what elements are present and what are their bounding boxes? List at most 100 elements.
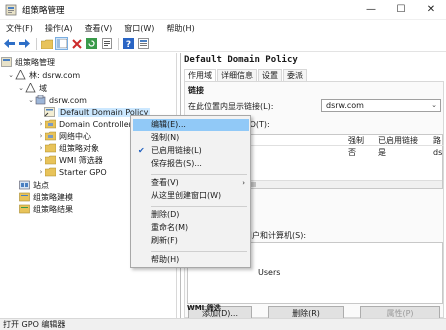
tree-sites-label: 站点: [33, 180, 49, 190]
ctx-save-report[interactable]: 保存报告(S)...: [133, 158, 249, 170]
col-path[interactable]: 路: [433, 135, 441, 146]
tree-starter-gpo[interactable]: › Starter GPO: [37, 166, 107, 178]
collapse-icon[interactable]: ⌄: [17, 84, 25, 92]
tree-domain[interactable]: ⌄ dsrw.com: [27, 94, 87, 106]
menu-action[interactable]: 操作(A): [39, 23, 79, 34]
tree-domains[interactable]: ⌄ 域: [17, 82, 47, 94]
col-enforced[interactable]: 强制: [348, 135, 364, 146]
ctx-help[interactable]: 帮助(H): [133, 254, 249, 266]
tree-modeling[interactable]: 组策略建模: [19, 191, 73, 203]
forward-arrow-icon[interactable]: [18, 37, 31, 50]
ctx-link-enabled[interactable]: ✔ 已启用链接(L): [133, 145, 249, 157]
tree-gpo-objects[interactable]: › 组策略对象: [37, 142, 99, 154]
tree-gpo-objects-label: 组策略对象: [59, 143, 99, 153]
tree-wmi-filters-label: WMI 筛选器: [59, 155, 103, 165]
ctx-edit[interactable]: 编辑(E)...: [133, 119, 249, 131]
minimize-button[interactable]: —: [356, 0, 386, 20]
col-link-enabled[interactable]: 已启用链接: [378, 135, 418, 146]
tab-strip: 作用域 详细信息 设置 委派: [184, 69, 308, 81]
ctx-new-window[interactable]: 从这里创建窗口(W): [133, 190, 249, 202]
tree-domain-label: dsrw.com: [49, 95, 87, 105]
links-section-title: 链接: [188, 86, 204, 95]
ctx-rename-label: 重命名(M): [151, 223, 189, 232]
help-icon[interactable]: ?: [122, 37, 135, 50]
gpmc-icon: [1, 57, 12, 67]
cell-path: ds: [433, 148, 443, 157]
svg-text:?: ?: [126, 40, 131, 49]
menu-separator: [151, 206, 247, 207]
ctx-view-label: 查看(V): [151, 178, 179, 187]
collapse-icon[interactable]: ⌄: [7, 71, 15, 79]
tree-forest[interactable]: ⌄ 林: dsrw.com: [7, 69, 80, 81]
export-list-icon[interactable]: [100, 37, 113, 50]
collapse-icon[interactable]: ⌄: [27, 96, 35, 104]
ou-folder-icon: [45, 119, 56, 129]
tree-network-center-label: 网络中心: [59, 131, 91, 141]
tree-dc-ou[interactable]: › Domain Controllers: [37, 118, 137, 130]
properties-icon[interactable]: [137, 37, 150, 50]
cell-link-enabled: 是: [378, 148, 386, 157]
tree-network-center[interactable]: › 网络中心: [37, 130, 91, 142]
domains-icon: [25, 83, 36, 93]
ctx-save-report-label: 保存报告(S)...: [151, 159, 202, 168]
tree-starter-gpo-label: Starter GPO: [59, 167, 107, 177]
links-location-dropdown[interactable]: dsrw.com ⌄: [321, 99, 441, 112]
ctx-rename[interactable]: 重命名(M): [133, 222, 249, 234]
modeling-icon: [19, 192, 30, 202]
delete-icon[interactable]: [70, 37, 83, 50]
window-title: 组策略管理: [22, 5, 65, 16]
tree-dc-ou-label: Domain Controllers: [59, 119, 137, 129]
ctx-delete[interactable]: 删除(D): [133, 209, 249, 221]
tree-forest-label: 林: dsrw.com: [29, 70, 81, 80]
menu-view[interactable]: 查看(V): [79, 23, 119, 34]
refresh-icon[interactable]: [85, 37, 98, 50]
ctx-enforced[interactable]: 强制(N): [133, 132, 249, 144]
show-tree-icon[interactable]: [55, 37, 68, 50]
menu-separator: [151, 174, 247, 175]
tree-sites[interactable]: 站点: [19, 179, 49, 191]
ctx-refresh[interactable]: 刷新(F): [133, 235, 249, 247]
status-bar: 打开 GPO 编辑器: [0, 318, 446, 330]
menu-help[interactable]: 帮助(H): [160, 23, 200, 34]
tab-details[interactable]: 详细信息: [217, 69, 257, 81]
toolbar: ?: [0, 36, 446, 52]
menu-separator: [151, 251, 247, 252]
links-location-label: 在此位置内显示链接(L):: [188, 102, 274, 111]
ctx-view[interactable]: 查看(V) ›: [133, 177, 249, 189]
ctx-new-window-label: 从这里创建窗口(W): [151, 191, 222, 200]
back-arrow-icon[interactable]: [3, 37, 16, 50]
maximize-button[interactable]: ☐: [386, 0, 416, 20]
close-button[interactable]: ✕: [416, 0, 446, 20]
results-icon: [19, 204, 30, 214]
context-menu: 编辑(E)... 强制(N) ✔ 已启用链接(L) 保存报告(S)... 查看(…: [130, 115, 251, 268]
ou-folder-icon: [45, 131, 56, 141]
toolbar-separator: [36, 37, 37, 50]
tab-settings[interactable]: 设置: [258, 69, 282, 81]
expand-icon[interactable]: ›: [37, 156, 45, 164]
toolbar-separator: [118, 37, 119, 50]
gpmc-app-icon: [5, 4, 17, 15]
tree-root[interactable]: 组策略管理: [1, 56, 55, 68]
menu-window[interactable]: 窗口(W): [118, 23, 160, 34]
tree-root-label: 组策略管理: [15, 57, 55, 67]
menu-file[interactable]: 文件(F): [0, 23, 39, 34]
expand-icon[interactable]: ›: [37, 144, 45, 152]
tab-delegation[interactable]: 委派: [283, 69, 307, 81]
expand-icon[interactable]: ›: [37, 168, 45, 176]
sites-icon: [19, 180, 30, 190]
ctx-link-enabled-label: 已启用链接(L): [151, 146, 202, 155]
list-item[interactable]: Users: [258, 267, 280, 278]
tree-wmi-filters[interactable]: › WMI 筛选器: [37, 154, 103, 166]
folder-up-icon[interactable]: [40, 37, 53, 50]
chevron-down-icon: ⌄: [431, 101, 437, 109]
expand-icon[interactable]: ›: [37, 132, 45, 140]
tree-modeling-label: 组策略建模: [33, 192, 73, 202]
ctx-help-label: 帮助(H): [151, 255, 180, 264]
starter-folder-icon: [45, 167, 56, 177]
tree-results[interactable]: 组策略结果: [19, 203, 73, 215]
tab-scope[interactable]: 作用域: [184, 69, 216, 81]
expand-icon[interactable]: ›: [37, 120, 45, 128]
ctx-delete-label: 删除(D): [151, 210, 180, 219]
ctx-enforced-label: 强制(N): [151, 133, 180, 142]
gpo-header-title: Default Domain Policy: [184, 55, 298, 65]
